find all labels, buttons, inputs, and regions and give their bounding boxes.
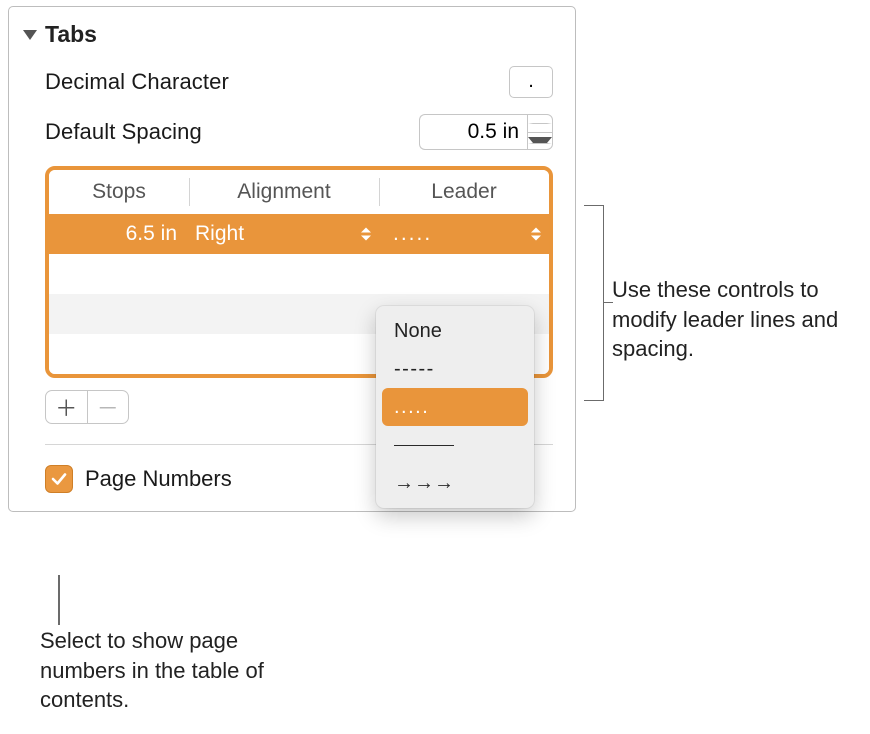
page-numbers-label: Page Numbers [85, 466, 232, 492]
default-spacing-row: Default Spacing [9, 108, 575, 160]
select-arrows-icon [531, 228, 541, 241]
cell-alignment-select[interactable]: Right [189, 214, 379, 254]
add-button[interactable]: ＋ [46, 391, 88, 423]
default-spacing-label: Default Spacing [45, 119, 202, 145]
cell-stops[interactable]: 6.5 in [49, 214, 189, 254]
header-leader[interactable]: Leader [379, 170, 549, 214]
add-remove-buttons: ＋ － [45, 390, 129, 424]
leader-option-none[interactable]: None [382, 312, 528, 350]
stepper-down-icon[interactable] [528, 133, 552, 150]
tabs-header[interactable]: Tabs [9, 7, 575, 60]
leader-popup-menu: None ----- ..... →→→ [376, 306, 534, 508]
header-stops[interactable]: Stops [49, 170, 189, 214]
callout-text: Select to show page numbers in the table… [40, 626, 300, 715]
leader-option-dots[interactable]: ..... [382, 388, 528, 426]
callout-bracket [584, 205, 604, 401]
decimal-character-label: Decimal Character [45, 69, 229, 95]
callout-text: Use these controls to modify leader line… [612, 275, 862, 364]
select-arrows-icon [361, 228, 371, 241]
leader-option-arrows[interactable]: →→→ [382, 464, 528, 502]
alignment-value: Right [195, 222, 244, 246]
table-row[interactable] [49, 254, 549, 294]
decimal-character-input[interactable]: . [509, 66, 553, 98]
stepper-up-icon[interactable] [528, 115, 552, 133]
spacing-stepper[interactable] [527, 114, 553, 150]
decimal-character-row: Decimal Character . [9, 60, 575, 108]
callout-leader-line [58, 575, 60, 625]
table-row[interactable]: 6.5 in Right ..... [49, 214, 549, 254]
leader-option-underline[interactable] [382, 426, 528, 464]
leader-value: ..... [393, 222, 432, 246]
section-title: Tabs [45, 21, 97, 48]
remove-button[interactable]: － [88, 391, 129, 423]
leader-option-dashes[interactable]: ----- [382, 350, 528, 388]
checkmark-icon [50, 470, 68, 488]
disclosure-triangle-icon[interactable] [23, 30, 37, 40]
page-numbers-checkbox[interactable] [45, 465, 73, 493]
table-header: Stops Alignment Leader [49, 170, 549, 214]
default-spacing-input[interactable] [419, 114, 527, 150]
cell-leader-select[interactable]: ..... [379, 214, 549, 254]
header-alignment[interactable]: Alignment [189, 170, 379, 214]
